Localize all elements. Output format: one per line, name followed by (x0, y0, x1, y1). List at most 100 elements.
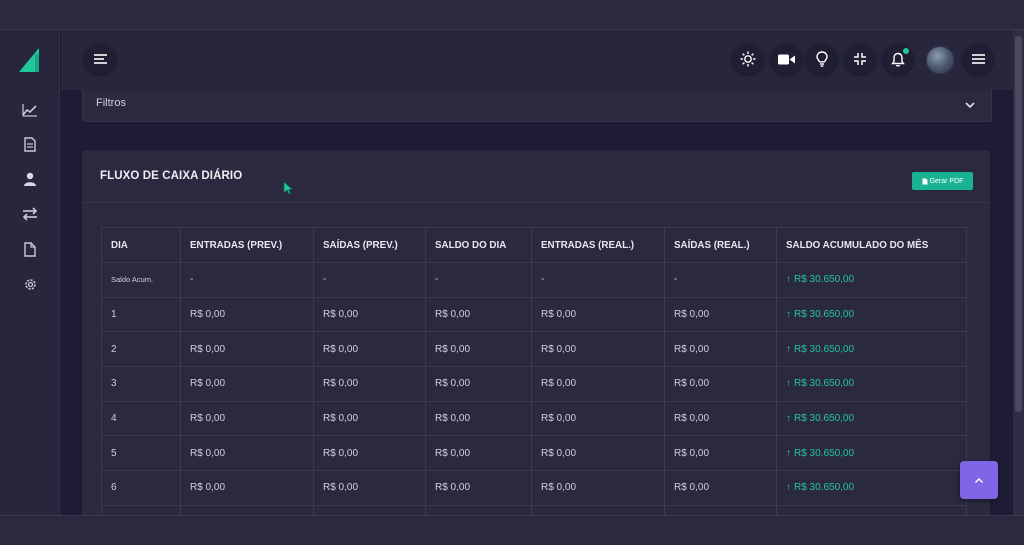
arrow-up-icon: ↑ (786, 309, 791, 321)
cell-entradas-real: R$ 0,00 (531, 435, 665, 472)
column-header: SALDO DO DIA (425, 227, 532, 263)
cell-entradas-prev: R$ 0,00 (180, 331, 314, 368)
table-row: 3 R$ 0,00 R$ 0,00 R$ 0,00 R$ 0,00 R$ 0,0… (101, 366, 967, 402)
cell-entradas-real: - (531, 262, 665, 298)
video-camera-icon[interactable] (771, 44, 801, 74)
cell-saldo-acum: ↑ R$ 30.650,00 (776, 366, 967, 402)
cell-saldo-dia: R$ 0,00 (425, 400, 532, 437)
cell-saidas-prev (313, 504, 426, 515)
menu-toggle-icon[interactable] (85, 44, 115, 74)
table-header-row: DIA ENTRADAS (PREV.) SAÍDAS (PREV.) SALD… (101, 227, 967, 263)
page-scrollbar[interactable] (1013, 30, 1024, 515)
file-icon[interactable] (18, 237, 42, 261)
cell-saldo-acum: ↑ R$ 30.650,00 (776, 296, 967, 333)
cashflow-card: FLUXO DE CAIXA DIÁRIO Gerar PDF DIA ENTR… (82, 150, 990, 515)
chart-line-icon[interactable] (18, 98, 42, 122)
top-header (61, 30, 1013, 90)
document-icon[interactable] (18, 132, 42, 156)
saldo-acum-value: R$ 30.650,00 (794, 274, 855, 286)
cell-saidas-real: R$ 0,00 (664, 296, 777, 333)
cell-saldo-acum: ↑ R$ 30.650,00 (776, 331, 967, 368)
cell-saldo-dia: R$ 0,00 (425, 470, 532, 506)
cell-entradas-real (531, 504, 665, 515)
cell-entradas-real: R$ 0,00 (531, 470, 665, 506)
cell-entradas-prev: - (180, 262, 314, 298)
cell-saldo-dia (425, 504, 532, 515)
cell-dia (101, 504, 181, 515)
cell-saidas-real: R$ 0,00 (664, 435, 777, 472)
arrow-up-icon: ↑ (786, 482, 791, 494)
hamburger-icon[interactable] (963, 44, 993, 74)
saldo-acum-value: R$ 30.650,00 (794, 309, 855, 321)
cell-saidas-prev: R$ 0,00 (313, 331, 426, 368)
saldo-acum-value: R$ 30.650,00 (794, 378, 855, 390)
cell-dia: 1 (101, 296, 181, 333)
table-row: 1 R$ 0,00 R$ 0,00 R$ 0,00 R$ 0,00 R$ 0,0… (101, 296, 967, 333)
saldo-acum-value: R$ 30.650,00 (794, 413, 855, 425)
cell-dia: 5 (101, 435, 181, 472)
chevron-down-icon[interactable] (964, 98, 976, 110)
cell-saidas-real (664, 504, 777, 515)
cell-dia: Saldo Acum. (101, 262, 181, 298)
transfer-icon[interactable] (18, 202, 42, 226)
pdf-file-icon (922, 178, 928, 184)
cell-dia: 4 (101, 400, 181, 437)
cell-saldo-acum (776, 504, 967, 515)
cell-saidas-real: R$ 0,00 (664, 400, 777, 437)
cell-entradas-real: R$ 0,00 (531, 296, 665, 333)
cell-saldo-acum: ↑ R$ 30.650,00 (776, 400, 967, 437)
cell-saldo-dia: R$ 0,00 (425, 366, 532, 402)
cell-saldo-acum: ↑ R$ 30.650,00 (776, 262, 967, 298)
cell-saidas-real: R$ 0,00 (664, 331, 777, 368)
cell-saldo-acum: ↑ R$ 30.650,00 (776, 470, 967, 506)
arrow-up-icon: ↑ (786, 274, 791, 286)
lightbulb-icon[interactable] (807, 44, 837, 74)
user-icon[interactable] (18, 167, 42, 191)
chevron-up-icon (975, 477, 983, 483)
scrollbar-thumb[interactable] (1015, 36, 1022, 412)
main-content: Filtros FLUXO DE CAIXA DIÁRIO Gerar PDF … (61, 90, 1013, 515)
cell-saldo-acum: ↑ R$ 30.650,00 (776, 435, 967, 472)
table-row: 6 R$ 0,00 R$ 0,00 R$ 0,00 R$ 0,00 R$ 0,0… (101, 470, 967, 506)
filters-label: Filtros (96, 97, 126, 109)
column-header: SALDO ACUMULADO DO MÊS (776, 227, 967, 263)
notification-dot (903, 48, 909, 54)
arrow-up-icon: ↑ (786, 447, 791, 459)
column-header: SAÍDAS (PREV.) (313, 227, 426, 263)
cell-entradas-real: R$ 0,00 (531, 331, 665, 368)
cell-entradas-real: R$ 0,00 (531, 400, 665, 437)
table-row (101, 504, 967, 515)
cell-saldo-dia: - (425, 262, 532, 298)
saldo-acum-value: R$ 30.650,00 (794, 343, 855, 355)
cell-entradas-prev: R$ 0,00 (180, 470, 314, 506)
column-header: SAÍDAS (REAL.) (664, 227, 777, 263)
card-divider (82, 202, 990, 203)
cell-saldo-dia: R$ 0,00 (425, 435, 532, 472)
table-row: 5 R$ 0,00 R$ 0,00 R$ 0,00 R$ 0,00 R$ 0,0… (101, 435, 967, 472)
column-header: DIA (101, 227, 181, 263)
cell-dia: 6 (101, 470, 181, 506)
cell-saidas-real: R$ 0,00 (664, 366, 777, 402)
browser-top-strip (0, 0, 1024, 30)
table-row: Saldo Acum. - - - - - ↑ R$ 30.650,00 (101, 262, 967, 298)
app-logo[interactable] (15, 44, 45, 74)
saldo-acum-value: R$ 30.650,00 (794, 482, 855, 494)
sun-icon[interactable] (733, 44, 763, 74)
collapse-icon[interactable] (845, 44, 875, 74)
gear-icon[interactable] (18, 272, 42, 296)
cell-saidas-prev: R$ 0,00 (313, 366, 426, 402)
mouse-cursor-icon (283, 181, 293, 195)
generate-pdf-button[interactable]: Gerar PDF (912, 172, 973, 190)
saldo-acum-value: R$ 30.650,00 (794, 447, 855, 459)
cell-saldo-dia: R$ 0,00 (425, 331, 532, 368)
cell-dia: 3 (101, 366, 181, 402)
cell-saldo-dia: R$ 0,00 (425, 296, 532, 333)
cell-dia: 2 (101, 331, 181, 368)
scroll-to-top-button[interactable] (960, 461, 998, 499)
arrow-up-icon: ↑ (786, 378, 791, 390)
filters-panel[interactable]: Filtros (82, 90, 992, 122)
bell-icon[interactable] (883, 44, 913, 74)
cell-entradas-real: R$ 0,00 (531, 366, 665, 402)
avatar[interactable] (926, 46, 954, 74)
card-title: FLUXO DE CAIXA DIÁRIO (100, 170, 243, 182)
